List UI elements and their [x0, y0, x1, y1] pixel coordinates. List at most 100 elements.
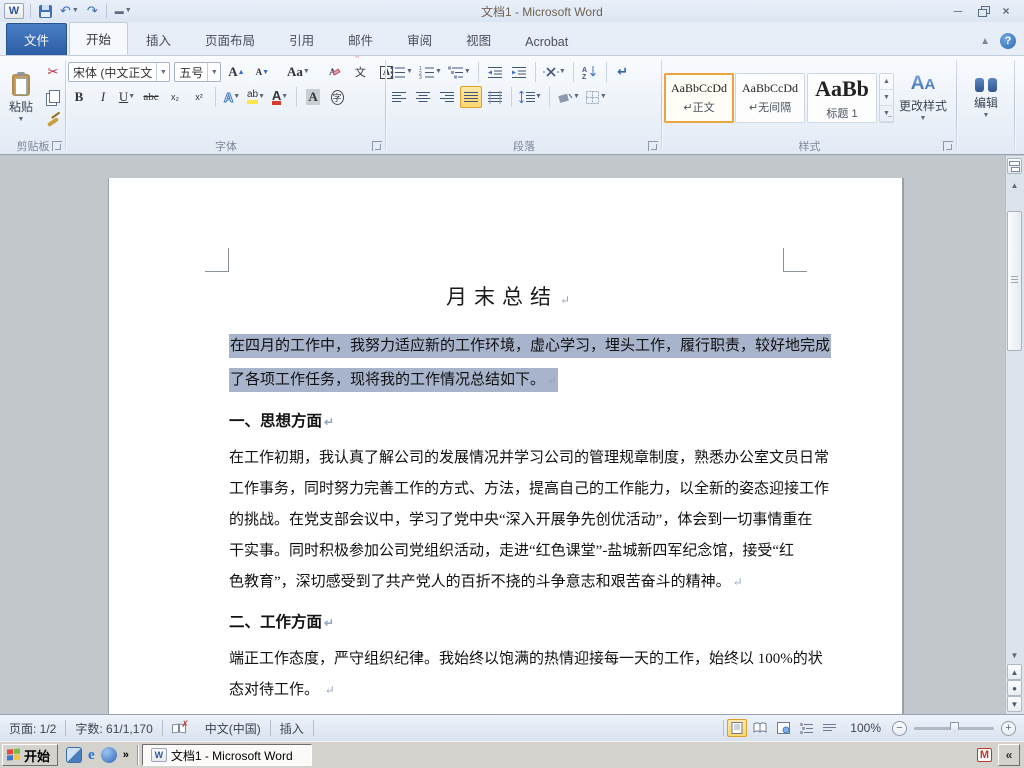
tray-m-icon[interactable]: M	[977, 748, 992, 762]
collapse-ribbon-button[interactable]: ▲	[980, 36, 990, 47]
show-paragraph-marks-button[interactable]: ↵	[612, 61, 634, 83]
underline-button[interactable]: U ▼	[116, 86, 138, 108]
multilevel-list-button[interactable]: ▼	[446, 61, 473, 83]
align-right-button[interactable]	[436, 86, 458, 108]
start-button[interactable]: 开始	[2, 744, 59, 766]
subscript-button[interactable]: x₂	[164, 86, 186, 108]
redo-button[interactable]: ↷	[85, 2, 100, 20]
style-no-spacing[interactable]: AaBbCcDd ↵无间隔	[735, 73, 805, 123]
shading-button[interactable]: ▼	[555, 86, 582, 108]
grow-font-button[interactable]: A ▲	[225, 61, 247, 83]
align-left-button[interactable]	[388, 86, 410, 108]
phonetic-guide-button[interactable]: 文	[349, 57, 371, 83]
bullets-button[interactable]: ▼	[388, 61, 415, 83]
distribute-button[interactable]	[484, 86, 506, 108]
numbering-button[interactable]: 1 2 3 ▼	[417, 61, 444, 83]
messenger-icon[interactable]	[100, 747, 117, 763]
draft-view-button[interactable]	[819, 719, 839, 737]
proofing-status[interactable]: ✗	[163, 719, 196, 734]
save-button[interactable]	[37, 2, 54, 20]
zoom-out-button[interactable]: −	[892, 720, 907, 736]
superscript-button[interactable]: x²	[188, 86, 210, 108]
clear-formatting-button[interactable]: A	[323, 61, 345, 83]
styles-more-button[interactable]: ▼̲	[880, 106, 893, 122]
scroll-up-button[interactable]: ▲	[1007, 178, 1022, 193]
font-name-combo[interactable]: 宋体 (中文正文 ▼	[68, 62, 171, 82]
cut-button[interactable]: ✂	[42, 61, 64, 83]
quicklaunch-overflow-chevron[interactable]: »	[123, 749, 129, 761]
page[interactable]: 月末总结 在四月的工作中，我努力适应新的工作环境，虚心学习，埋头工作，履行职责，…	[108, 178, 902, 714]
borders-button[interactable]: ▼	[584, 86, 609, 108]
insert-mode-indicator[interactable]: 插入	[271, 720, 313, 737]
minimize-button[interactable]: ─	[950, 4, 966, 18]
line-spacing-button[interactable]: ▼	[517, 86, 544, 108]
format-painter-button[interactable]	[42, 109, 64, 131]
tab-review[interactable]: 审阅	[391, 24, 448, 55]
clipboard-dialog-launcher[interactable]	[52, 141, 62, 151]
restore-button[interactable]	[974, 5, 990, 17]
font-dialog-launcher[interactable]	[372, 141, 382, 151]
paste-button[interactable]: 粘贴 ▼	[2, 59, 40, 137]
help-icon[interactable]: ?	[1000, 33, 1016, 49]
style-normal[interactable]: AaBbCcDd ↵正文	[664, 73, 734, 123]
taskbar-item-word[interactable]: W 文档1 - Microsoft Word	[141, 744, 312, 766]
styles-scroll-up[interactable]: ▲	[880, 74, 893, 90]
ruler-toggle-button[interactable]	[1007, 158, 1022, 174]
language-indicator[interactable]: 中文(中国)	[196, 720, 270, 737]
justify-button[interactable]	[460, 86, 482, 108]
word-logo-icon[interactable]: W	[4, 3, 24, 19]
zoom-slider[interactable]	[914, 721, 994, 734]
tab-home[interactable]: 开始	[69, 22, 129, 55]
scrollbar-thumb[interactable]	[1007, 211, 1022, 351]
italic-button[interactable]: I	[92, 86, 114, 108]
web-layout-view-button[interactable]	[773, 719, 793, 737]
vertical-scrollbar[interactable]: ▲ ▼ ▲ ● ▼	[1005, 156, 1024, 714]
tab-view[interactable]: 视图	[450, 24, 507, 55]
tab-mailings[interactable]: 邮件	[332, 24, 389, 55]
next-page-button[interactable]: ▼	[1007, 696, 1022, 712]
enclose-characters-button[interactable]: 字	[326, 86, 348, 108]
font-size-combo[interactable]: 五号 ▼	[174, 62, 222, 82]
change-case-button[interactable]: Aa ▼	[287, 61, 310, 83]
internet-explorer-icon[interactable]: e	[88, 747, 95, 764]
fullscreen-reading-view-button[interactable]	[750, 719, 770, 737]
character-shading-button[interactable]: A	[302, 86, 324, 108]
document-content[interactable]: 月末总结 在四月的工作中，我努力适应新的工作环境，虚心学习，埋头工作，履行职责，…	[229, 282, 832, 714]
scroll-down-button[interactable]: ▼	[1007, 648, 1022, 663]
change-styles-button[interactable]: AA 更改样式 ▼	[895, 74, 951, 123]
tab-page-layout[interactable]: 页面布局	[189, 24, 271, 55]
tab-acrobat[interactable]: Acrobat	[509, 29, 584, 55]
align-center-button[interactable]	[412, 86, 434, 108]
tab-references[interactable]: 引用	[273, 24, 330, 55]
paragraph-dialog-launcher[interactable]	[648, 141, 658, 151]
quicklaunch-window-icon[interactable]	[66, 747, 83, 763]
tray-collapse-button[interactable]: «	[998, 744, 1020, 766]
tab-insert[interactable]: 插入	[130, 24, 187, 55]
undo-button[interactable]: ↶ ▼	[58, 2, 81, 20]
close-button[interactable]: ×	[998, 4, 1014, 18]
editing-button[interactable]: 编辑 ▼	[961, 59, 1011, 137]
zoom-in-button[interactable]: +	[1001, 720, 1016, 736]
word-count[interactable]: 字数: 61/1,170	[66, 720, 161, 737]
zoom-slider-thumb[interactable]	[950, 721, 959, 734]
print-layout-view-button[interactable]	[727, 719, 748, 737]
highlight-color-button[interactable]: ab ▼	[245, 86, 267, 108]
outline-view-button[interactable]	[796, 719, 816, 737]
decrease-indent-button[interactable]	[484, 61, 506, 83]
font-color-button[interactable]: A ▼	[269, 86, 291, 108]
styles-dialog-launcher[interactable]	[943, 141, 953, 151]
tab-file[interactable]: 文件	[6, 23, 68, 55]
bold-button[interactable]: B	[68, 86, 90, 108]
text-effects-button[interactable]: A ▼	[221, 86, 243, 108]
zoom-level[interactable]: 100%	[842, 721, 889, 735]
asian-layout-button[interactable]: ▼	[541, 61, 568, 83]
styles-scroll-down[interactable]: ▼	[880, 90, 893, 106]
sort-button[interactable]: AZ	[579, 61, 601, 83]
previous-page-button[interactable]: ▲	[1007, 664, 1022, 680]
customize-qat-button[interactable]: ▬ ▼	[113, 2, 134, 20]
increase-indent-button[interactable]	[508, 61, 530, 83]
style-heading1[interactable]: AaBb 标题 1	[807, 73, 877, 123]
strikethrough-button[interactable]: abc	[140, 86, 162, 108]
select-browse-object-button[interactable]: ●	[1007, 680, 1022, 696]
shrink-font-button[interactable]: A ▼	[251, 61, 273, 83]
